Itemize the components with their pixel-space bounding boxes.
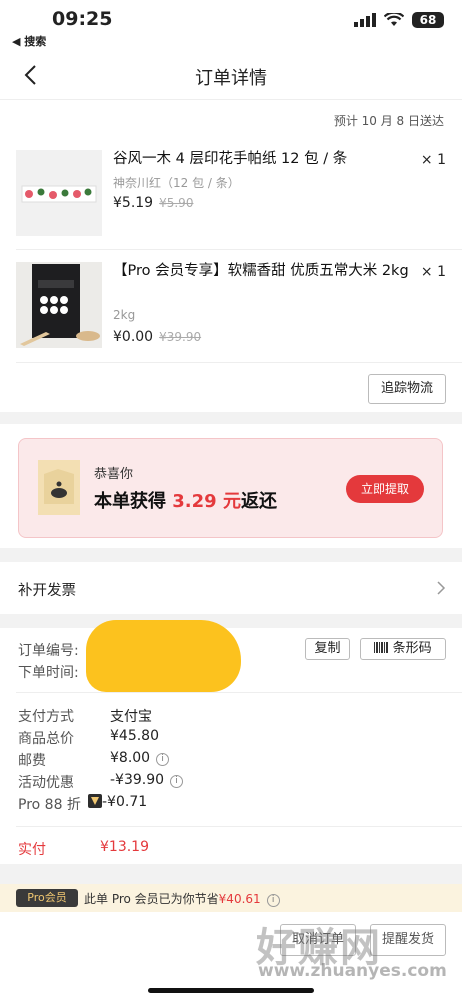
rebate-subtitle: 恭喜你	[94, 467, 134, 482]
product-qty: × 1	[420, 264, 446, 280]
tissue-pack-image	[16, 150, 102, 236]
barcode-icon	[374, 642, 389, 653]
pro-discount-label: Pro 88 折	[18, 797, 81, 813]
product-image-rice[interactable]	[16, 262, 102, 348]
pro-savings-bar: Pro会员 此单 Pro 会员已为你节省¥40.61 i	[0, 884, 462, 912]
track-logistics-button[interactable]: 追踪物流	[368, 374, 446, 404]
goods-total-value: ¥45.80	[110, 728, 159, 744]
current-price: ¥0.00	[113, 329, 154, 345]
chevron-right-icon	[437, 581, 446, 595]
pro-discount-amount: -¥0.71	[102, 794, 148, 810]
divider	[16, 249, 462, 250]
divider	[16, 826, 462, 827]
order-item[interactable]: 【Pro 会员专享】软糯香甜 优质五常大米 2kg 2kg ¥0.00 ¥39.9…	[0, 252, 462, 362]
home-indicator	[148, 988, 314, 993]
page-title: 订单详情	[195, 68, 267, 89]
barcode-label: 条形码	[392, 641, 432, 656]
payment-method-value: 支付宝	[110, 709, 152, 725]
wifi-icon	[384, 13, 404, 26]
rebate-gift-icon	[38, 460, 80, 515]
product-name: 谷风一木 4 层印花手帕纸 12 包 / 条	[113, 151, 348, 167]
product-qty: × 1	[420, 152, 446, 168]
discount-value: -¥39.90 i	[110, 772, 184, 788]
original-price: ¥5.90	[159, 196, 194, 210]
pro-savings-label: 此单 Pro 会员已为你节省	[84, 892, 219, 906]
pro-savings-text: 此单 Pro 会员已为你节省¥40.61 i	[84, 890, 280, 907]
goods-total-label: 商品总价	[18, 731, 74, 747]
rebate-amount: 3.29 元	[172, 491, 241, 512]
shipping-fee-label: 邮费	[18, 753, 46, 769]
info-icon[interactable]: i	[170, 775, 184, 788]
watermark-url: www.zhuanyes.com	[258, 961, 447, 981]
bottom-action-bar: 取消订单 提醒发货	[0, 912, 462, 999]
divider	[16, 362, 462, 363]
redacted-mask	[86, 620, 241, 692]
original-price: ¥39.90	[159, 330, 202, 344]
shipping-fee-amount: ¥8.00	[110, 750, 151, 766]
system-icons: 68	[354, 12, 444, 28]
delivery-estimate: 预计 10 月 8 日送达	[333, 114, 444, 128]
product-price: ¥0.00 ¥39.90	[113, 329, 201, 345]
product-image-tissue[interactable]	[16, 150, 102, 236]
rebate-banner[interactable]: 恭喜你 本单获得 3.29 元返还 立即提取	[18, 438, 443, 538]
rebate-title: 本单获得 3.29 元返还	[94, 487, 277, 513]
payment-method-label: 支付方式	[18, 709, 74, 725]
pro-member-badge: Pro会员	[16, 889, 78, 907]
pro-badge-icon	[88, 794, 102, 808]
invoice-row[interactable]: 补开发票	[0, 562, 462, 614]
pro-savings-amount: ¥40.61	[218, 892, 261, 906]
product-spec: 2kg	[113, 308, 136, 322]
paid-label: 实付	[18, 842, 46, 858]
battery-icon: 68	[412, 12, 444, 28]
info-icon[interactable]: i	[266, 894, 280, 907]
navbar: 订单详情	[0, 50, 462, 100]
rebate-suffix: 返还	[240, 491, 277, 512]
divider	[16, 692, 462, 693]
status-time: 09:25	[52, 8, 113, 30]
order-time-label: 下单时间:	[18, 665, 79, 681]
copy-button[interactable]: 复制	[305, 638, 350, 660]
rice-bag-image	[16, 262, 102, 348]
status-bar: 09:25 ◀ 搜索 68	[0, 0, 462, 50]
discount-label: 活动优惠	[18, 775, 74, 791]
current-price: ¥5.19	[113, 195, 154, 211]
pro-discount-value: -¥0.71	[88, 794, 147, 810]
back-to-app-link[interactable]: ◀ 搜索	[12, 33, 46, 49]
discount-amount: -¥39.90	[110, 772, 165, 788]
paid-value: ¥13.19	[100, 839, 149, 855]
product-name: 【Pro 会员专享】软糯香甜 优质五常大米 2kg	[113, 263, 409, 279]
invoice-label: 补开发票	[18, 583, 76, 599]
product-price: ¥5.19 ¥5.90	[113, 195, 193, 211]
rebate-prefix: 本单获得	[94, 491, 166, 512]
claim-rebate-button[interactable]: 立即提取	[346, 475, 424, 503]
signal-icon	[354, 13, 376, 27]
product-spec: 神奈川红（12 包 / 条）	[113, 176, 240, 190]
shipping-fee-value: ¥8.00 i	[110, 750, 170, 766]
order-items-card: 预计 10 月 8 日送达 谷风一木 4 层印花手帕纸 12 包 / 条 神奈川…	[0, 100, 462, 412]
order-item[interactable]: 谷风一木 4 层印花手帕纸 12 包 / 条 神奈川红（12 包 / 条） ¥5…	[0, 140, 462, 240]
order-number-label: 订单编号:	[18, 643, 79, 659]
order-detail-screen: 09:25 ◀ 搜索 68 订单详情 预计 10 月 8 日送达 谷风一木 4 …	[0, 0, 462, 999]
barcode-button[interactable]: 条形码	[360, 638, 446, 660]
info-icon[interactable]: i	[156, 753, 170, 766]
